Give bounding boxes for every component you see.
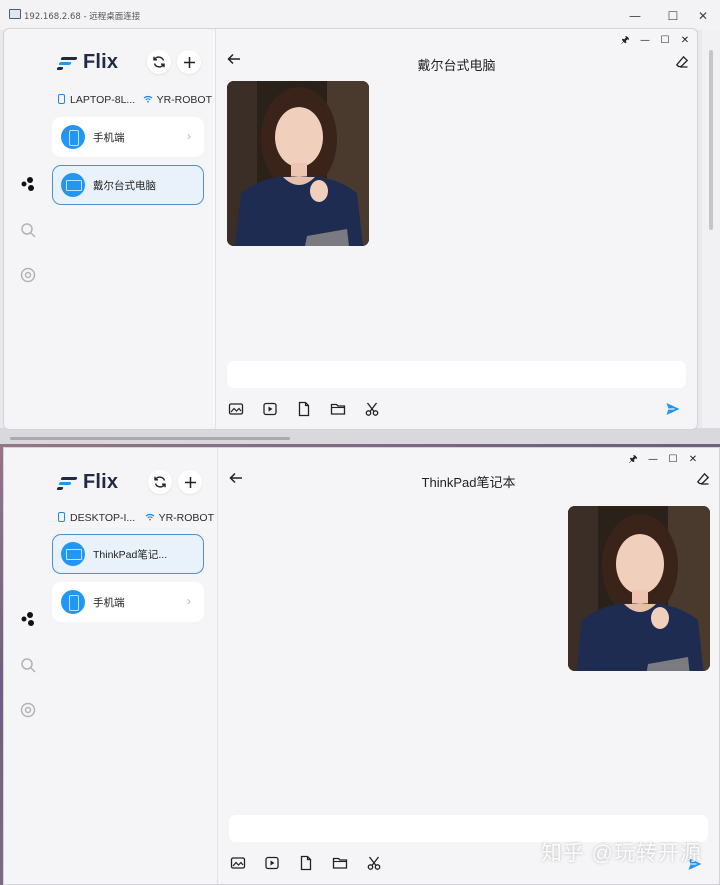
folder-icon[interactable] xyxy=(332,855,348,871)
watermark: 知乎 @玩转开源 xyxy=(540,842,702,865)
remote-desktop-icon xyxy=(9,9,21,19)
scissors-icon[interactable] xyxy=(364,401,380,417)
device-card-dell[interactable]: 戴尔台式电脑 xyxy=(52,165,204,205)
wifi-icon xyxy=(143,95,152,103)
local-device: DESKTOP-I... xyxy=(58,512,135,524)
devices-nav-icon[interactable] xyxy=(19,610,37,628)
remote-desktop-titlebar[interactable]: 192.168.2.68 - 远程桌面连接 — ☐ ✕ xyxy=(0,0,720,30)
image-message[interactable] xyxy=(568,506,710,671)
brand: Flix xyxy=(56,51,119,74)
video-icon[interactable] xyxy=(262,401,278,417)
rd-close-button[interactable]: ✕ xyxy=(688,6,718,26)
plus-icon xyxy=(183,56,195,68)
connection-status: DESKTOP-I... YR-ROBOT xyxy=(58,512,216,526)
pc-avatar-icon xyxy=(61,173,85,197)
local-device-name: DESKTOP-I... xyxy=(70,512,136,524)
file-icon[interactable] xyxy=(298,855,314,871)
phone-avatar-icon xyxy=(61,590,85,614)
nav-rail xyxy=(4,29,52,429)
remote-desktop-title: 192.168.2.68 - 远程桌面连接 xyxy=(24,12,141,22)
settings-nav-icon[interactable] xyxy=(19,701,37,719)
pc-avatar-icon xyxy=(61,542,85,566)
refresh-button[interactable] xyxy=(147,50,171,74)
remote-background-strip xyxy=(0,428,720,444)
chat-pane: 戴尔台式电脑 xyxy=(216,29,697,429)
network-info: YR-ROBOT xyxy=(143,94,212,106)
image-icon[interactable] xyxy=(228,401,244,417)
nav-rail xyxy=(4,448,52,884)
devices-nav-icon[interactable] xyxy=(19,175,37,193)
add-device-button[interactable] xyxy=(178,470,202,494)
rd-horizontal-scrollbar[interactable] xyxy=(10,437,290,440)
chat-title: ThinkPad笔记本 xyxy=(421,475,516,490)
add-device-button[interactable] xyxy=(177,50,201,74)
refresh-icon xyxy=(154,476,166,488)
portrait-photo xyxy=(227,81,369,246)
file-icon[interactable] xyxy=(296,401,312,417)
refresh-icon xyxy=(153,56,165,68)
network-name: YR-ROBOT xyxy=(158,512,214,524)
network-info: YR-ROBOT xyxy=(145,512,214,524)
phone-icon xyxy=(58,512,65,522)
settings-nav-icon[interactable] xyxy=(19,266,37,284)
device-name: ThinkPad笔记... xyxy=(93,548,168,561)
chat-header: 戴尔台式电脑 xyxy=(216,29,697,85)
device-card-phone[interactable]: 手机端 › xyxy=(52,582,204,622)
plus-icon xyxy=(184,476,196,488)
flix-window-bottom: 🖈 — ☐ ✕ Flix DESKTOP-I... YR-ROBOT Think… xyxy=(3,447,720,885)
device-card-phone[interactable]: 手机端 › xyxy=(52,117,204,157)
folder-icon[interactable] xyxy=(330,401,346,417)
attachment-toolbar xyxy=(228,400,380,418)
image-message[interactable] xyxy=(227,81,369,246)
flix-window-top: 🖈 — ☐ ✕ Flix LAPTOP-8L... YR-ROBOT 手机端 ›… xyxy=(3,28,698,430)
refresh-button[interactable] xyxy=(148,470,172,494)
local-device-name: LAPTOP-8L... xyxy=(70,94,136,106)
device-name: 手机端 xyxy=(93,131,125,144)
brand-name: Flix xyxy=(83,51,119,73)
send-icon[interactable] xyxy=(665,401,681,417)
message-input[interactable] xyxy=(227,361,686,388)
video-icon[interactable] xyxy=(264,855,280,871)
device-panel: Flix DESKTOP-I... YR-ROBOT ThinkPad笔记... xyxy=(52,448,218,884)
rd-vertical-scrollbar[interactable] xyxy=(702,30,720,444)
local-device: LAPTOP-8L... xyxy=(58,94,135,106)
wifi-icon xyxy=(145,513,154,521)
chat-header: ThinkPad笔记本 xyxy=(218,448,719,504)
chevron-right-icon: › xyxy=(187,129,191,143)
brand-name: Flix xyxy=(83,471,119,493)
chevron-right-icon: › xyxy=(187,594,191,608)
eraser-icon[interactable] xyxy=(696,472,710,486)
image-icon[interactable] xyxy=(230,855,246,871)
device-card-thinkpad[interactable]: ThinkPad笔记... xyxy=(52,534,204,574)
phone-icon xyxy=(58,94,65,104)
connection-status: LAPTOP-8L... YR-ROBOT xyxy=(58,94,214,108)
scissors-icon[interactable] xyxy=(366,855,382,871)
rd-scroll-thumb[interactable] xyxy=(709,50,713,230)
search-nav-icon[interactable] xyxy=(19,656,37,674)
flix-logo-icon xyxy=(56,55,78,71)
flix-logo-icon xyxy=(56,475,78,491)
device-name: 手机端 xyxy=(93,596,125,609)
device-panel: Flix LAPTOP-8L... YR-ROBOT 手机端 › 戴尔台式电脑 xyxy=(52,29,216,429)
network-name: YR-ROBOT xyxy=(156,94,212,106)
phone-avatar-icon xyxy=(61,125,85,149)
search-nav-icon[interactable] xyxy=(19,221,37,239)
rd-minimize-button[interactable]: — xyxy=(620,6,650,26)
attachment-toolbar xyxy=(230,854,382,872)
brand: Flix xyxy=(56,471,119,494)
portrait-photo xyxy=(568,506,710,671)
device-name: 戴尔台式电脑 xyxy=(93,179,156,192)
chat-pane: ThinkPad笔记本 xyxy=(218,448,719,884)
rd-maximize-button[interactable]: ☐ xyxy=(658,6,688,26)
chat-title: 戴尔台式电脑 xyxy=(417,58,496,73)
eraser-icon[interactable] xyxy=(675,55,689,69)
